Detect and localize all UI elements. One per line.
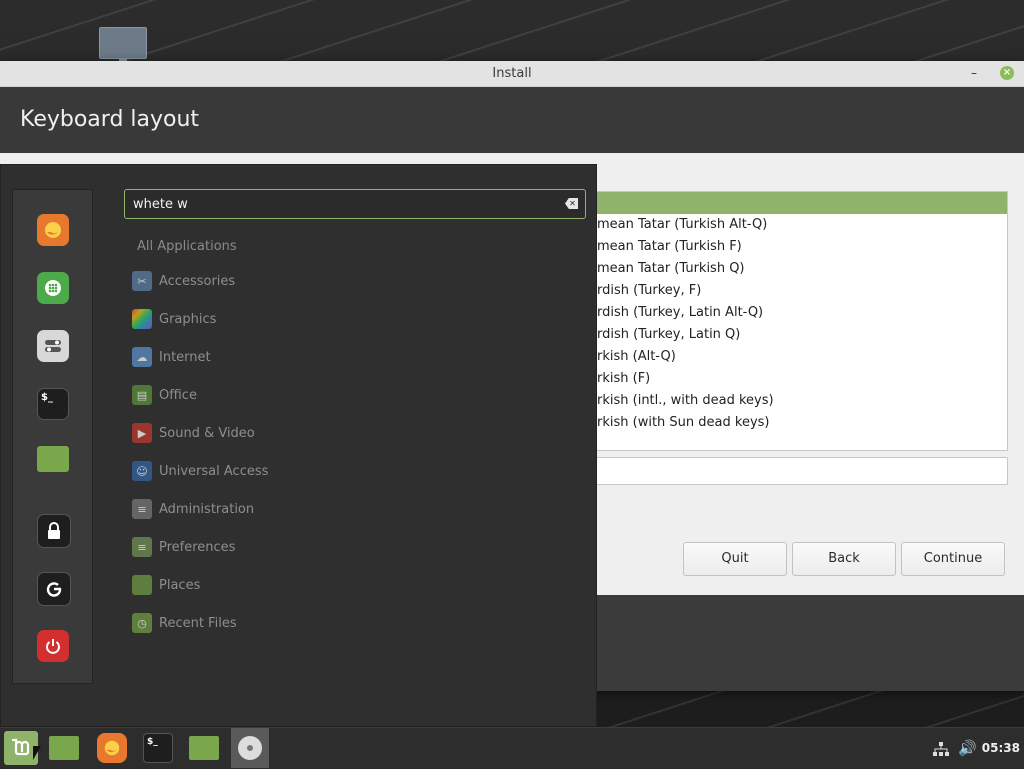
close-button[interactable]: ×: [1000, 66, 1014, 80]
test-keyboard-input[interactable]: [590, 457, 1008, 485]
search-field[interactable]: ✕: [124, 189, 586, 219]
favorites-bar: $_: [12, 189, 93, 684]
selected-row[interactable]: [591, 192, 1007, 214]
category-label: Universal Access: [159, 463, 269, 479]
category-graphics[interactable]: Graphics: [132, 308, 216, 330]
play-icon: ▶: [132, 423, 152, 443]
category-label: Places: [159, 577, 201, 593]
folder-clock-icon: ◷: [132, 613, 152, 633]
logout-icon[interactable]: [37, 572, 71, 606]
firefox-icon[interactable]: [37, 214, 69, 246]
list-item[interactable]: rdish (Turkey, Latin Alt-Q): [591, 302, 1007, 324]
cloud-icon: ☁: [132, 347, 152, 367]
category-places[interactable]: Places: [132, 574, 200, 596]
firefox-icon[interactable]: [97, 733, 127, 763]
files-folder-icon[interactable]: [189, 736, 219, 760]
category-recent-files[interactable]: ◷ Recent Files: [132, 612, 237, 634]
accessibility-icon: ☺: [132, 461, 152, 481]
category-label: Internet: [159, 349, 211, 365]
show-desktop-icon[interactable]: [49, 736, 79, 760]
category-label: Administration: [159, 501, 255, 517]
list-item[interactable]: rkish (F): [591, 368, 1007, 390]
search-input[interactable]: [133, 194, 553, 214]
scissors-icon: ✂: [132, 271, 152, 291]
category-office[interactable]: ▤ Office: [132, 384, 197, 406]
category-universal-access[interactable]: ☺ Universal Access: [132, 460, 268, 482]
list-item[interactable]: mean Tatar (Turkish Q): [591, 258, 1007, 280]
page-title: Keyboard layout: [0, 87, 1024, 153]
category-preferences[interactable]: ≡ Preferences: [132, 536, 235, 558]
list-item[interactable]: rkish (with Sun dead keys): [591, 412, 1007, 434]
system-settings-icon[interactable]: [37, 330, 69, 362]
category-administration[interactable]: ≡ Administration: [132, 498, 254, 520]
category-accessories[interactable]: ✂ Accessories: [132, 270, 235, 292]
palette-icon: [132, 309, 152, 329]
folder-icon: [132, 575, 152, 595]
list-item[interactable]: mean Tatar (Turkish F): [591, 236, 1007, 258]
category-label: Sound & Video: [159, 425, 255, 441]
category-label: Graphics: [159, 311, 217, 327]
window-title: Install: [492, 66, 532, 81]
category-sound-video[interactable]: ▶ Sound & Video: [132, 422, 255, 444]
category-internet[interactable]: ☁ Internet: [132, 346, 211, 368]
category-label: Preferences: [159, 539, 236, 555]
application-menu: $_ ✕ All Applications ✂ Accessories Grap…: [0, 164, 597, 727]
all-applications-category[interactable]: All Applications: [137, 239, 237, 254]
category-label: Office: [159, 387, 197, 403]
window-titlebar[interactable]: Install – ×: [0, 61, 1024, 87]
category-label: Accessories: [159, 273, 236, 289]
back-button[interactable]: Back: [792, 542, 896, 576]
list-item[interactable]: rdish (Turkey, Latin Q): [591, 324, 1007, 346]
lock-icon[interactable]: [37, 514, 71, 548]
software-manager-icon[interactable]: [37, 272, 69, 304]
power-icon[interactable]: [37, 630, 69, 662]
clock[interactable]: 05:38: [982, 728, 1020, 769]
clear-search-icon[interactable]: ✕: [565, 198, 578, 209]
network-icon[interactable]: [933, 728, 949, 769]
list-item[interactable]: rdish (Turkey, F): [591, 280, 1007, 302]
installer-disc-icon[interactable]: [231, 728, 269, 768]
files-folder-icon[interactable]: [37, 446, 69, 472]
category-label: Recent Files: [159, 615, 237, 631]
terminal-icon[interactable]: $_: [143, 733, 173, 763]
continue-button[interactable]: Continue: [901, 542, 1005, 576]
toggle-icon: ≡: [132, 537, 152, 557]
taskbar: $_ 🔊 05:38: [0, 727, 1024, 768]
list-item[interactable]: rkish (intl., with dead keys): [591, 390, 1007, 412]
quit-button[interactable]: Quit: [683, 542, 787, 576]
minimize-button[interactable]: –: [966, 61, 982, 86]
list-item[interactable]: mean Tatar (Turkish Alt-Q): [591, 214, 1007, 236]
keyboard-variant-list[interactable]: mean Tatar (Turkish Alt-Q) mean Tatar (T…: [590, 191, 1008, 451]
document-icon: ▤: [132, 385, 152, 405]
mouse-cursor-icon: [33, 746, 41, 760]
computer-desktop-icon[interactable]: [99, 27, 147, 63]
terminal-icon[interactable]: $_: [37, 388, 69, 420]
volume-icon[interactable]: 🔊: [958, 728, 977, 769]
list-item[interactable]: rkish (Alt-Q): [591, 346, 1007, 368]
toggle-icon: ≡: [132, 499, 152, 519]
